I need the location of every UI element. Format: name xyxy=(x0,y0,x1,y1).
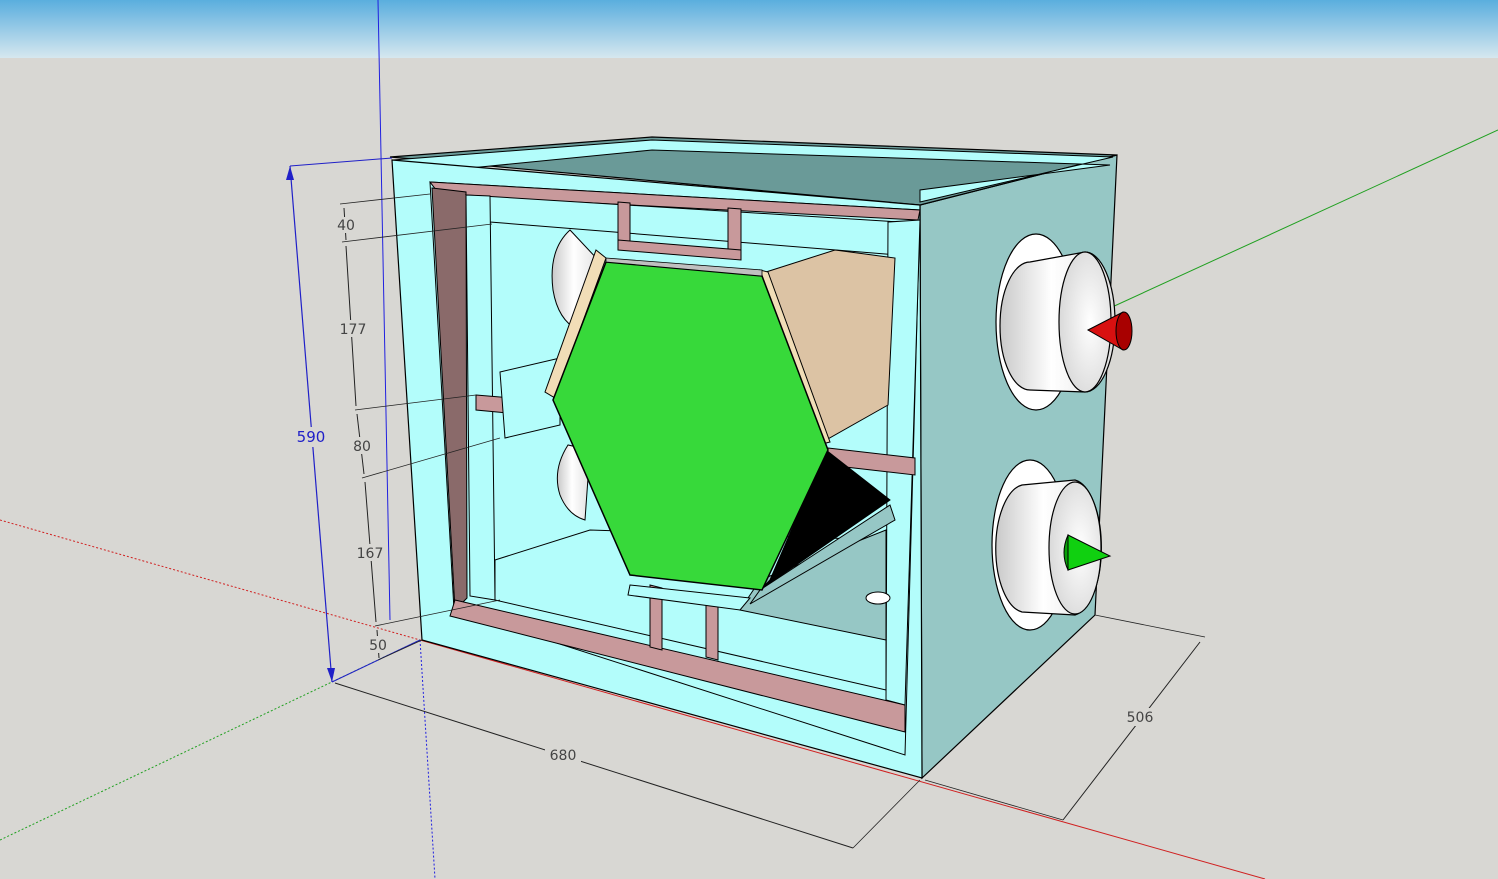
drain-hole xyxy=(865,591,891,605)
left-support-block xyxy=(499,357,561,439)
segment-label-4: 167 xyxy=(357,546,384,562)
model-viewport[interactable]: 590 40 177 80 167 50 680 506 xyxy=(0,0,1498,879)
dimension-depth-label: 506 xyxy=(1127,710,1154,726)
segment-label-5: 50 xyxy=(369,638,387,654)
sky-background xyxy=(0,0,1498,58)
upper-duct-port[interactable] xyxy=(995,233,1116,411)
segment-label-1: 40 xyxy=(337,218,355,234)
segment-label-2: 177 xyxy=(340,322,367,338)
sketch-canvas[interactable]: 590 40 177 80 167 50 680 506 xyxy=(0,0,1498,879)
segment-label-3: 80 xyxy=(353,439,371,455)
dimension-height-total-label: 590 xyxy=(297,428,326,446)
dimension-width-label: 680 xyxy=(550,748,577,764)
